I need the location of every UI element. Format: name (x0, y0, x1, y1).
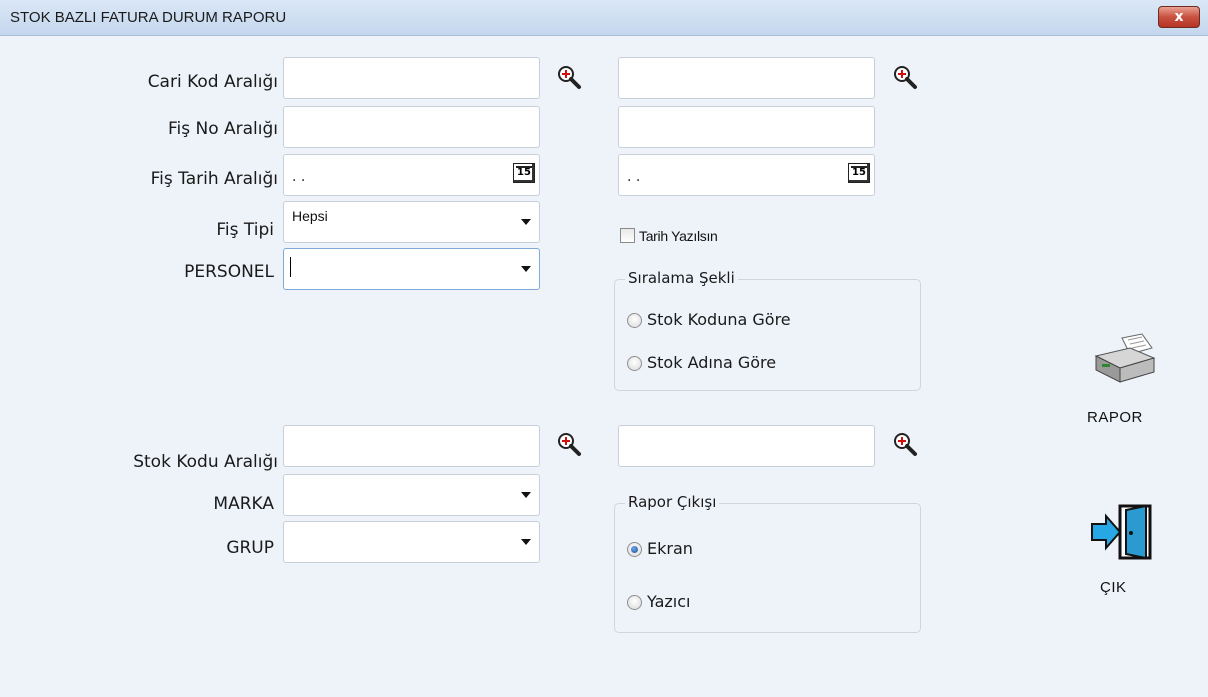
fis-tipi-select[interactable]: Hepsi (283, 201, 540, 243)
radio-stok-koduna-gore-label: Stok Koduna Göre (647, 310, 791, 329)
tarih-yazilsin-checkbox[interactable] (620, 228, 635, 243)
radio-stok-adina-gore[interactable] (627, 356, 642, 371)
chevron-down-icon[interactable] (521, 539, 531, 545)
rapor-cikisi-group: Rapor Çıkışı Ekran Yazıcı (614, 493, 921, 633)
rapor-button-label[interactable]: RAPOR (1087, 409, 1143, 426)
personel-label: PERSONEL (184, 262, 274, 282)
magnifier-plus-icon[interactable] (892, 431, 918, 457)
grup-select[interactable] (283, 521, 540, 563)
cik-button-label[interactable]: ÇIK (1100, 579, 1127, 596)
fis-no-label: Fiş No Aralığı (167, 119, 278, 139)
cari-kod-end-input[interactable] (618, 57, 875, 99)
stok-kodu-start-input[interactable] (283, 425, 540, 467)
cari-kod-label: Cari Kod Aralığı (147, 72, 278, 92)
calendar-icon[interactable]: 15 (848, 163, 870, 183)
siralama-sekli-group: Sıralama Şekli Stok Koduna Göre Stok Adı… (614, 269, 921, 391)
close-button[interactable]: x (1158, 6, 1200, 28)
chevron-down-icon[interactable] (521, 266, 531, 272)
title-bar: STOK BAZLI FATURA DURUM RAPORU x (0, 0, 1208, 36)
radio-stok-adina-gore-label: Stok Adına Göre (647, 353, 777, 372)
grup-label: GRUP (226, 538, 274, 558)
stok-kodu-end-input[interactable] (618, 425, 875, 467)
printer-icon[interactable] (1090, 332, 1160, 384)
fis-tarih-start-input[interactable]: . . 15 (283, 154, 540, 196)
radio-ekran[interactable] (627, 542, 642, 557)
radio-yazici-label: Yazıcı (647, 592, 691, 611)
rapor-cikisi-title: Rapor Çıkışı (625, 493, 720, 511)
fis-no-start-input[interactable] (283, 106, 540, 148)
text-cursor (290, 257, 291, 277)
chevron-down-icon[interactable] (521, 492, 531, 498)
stok-kodu-label: Stok Kodu Aralığı (133, 452, 278, 472)
calendar-icon[interactable]: 15 (513, 163, 535, 183)
magnifier-plus-icon[interactable] (892, 64, 918, 90)
cari-kod-start-input[interactable] (283, 57, 540, 99)
magnifier-plus-icon[interactable] (556, 431, 582, 457)
fis-tipi-label: Fiş Tipi (216, 220, 274, 240)
siralama-sekli-title: Sıralama Şekli (625, 269, 738, 287)
chevron-down-icon[interactable] (521, 219, 531, 225)
exit-door-icon[interactable] (1090, 502, 1158, 562)
fis-tarih-label: Fiş Tarih Aralığı (150, 169, 278, 189)
magnifier-plus-icon[interactable] (556, 64, 582, 90)
radio-ekran-label: Ekran (647, 539, 693, 558)
personel-select[interactable] (283, 248, 540, 290)
marka-select[interactable] (283, 474, 540, 516)
radio-yazici[interactable] (627, 595, 642, 610)
tarih-yazilsin-label: Tarih Yazılsın (639, 228, 718, 244)
fis-tarih-end-input[interactable]: . . 15 (618, 154, 875, 196)
marka-label: MARKA (213, 494, 274, 514)
close-icon: x (1174, 9, 1184, 25)
radio-stok-koduna-gore[interactable] (627, 313, 642, 328)
window-title: STOK BAZLI FATURA DURUM RAPORU (10, 9, 287, 26)
fis-no-end-input[interactable] (618, 106, 875, 148)
